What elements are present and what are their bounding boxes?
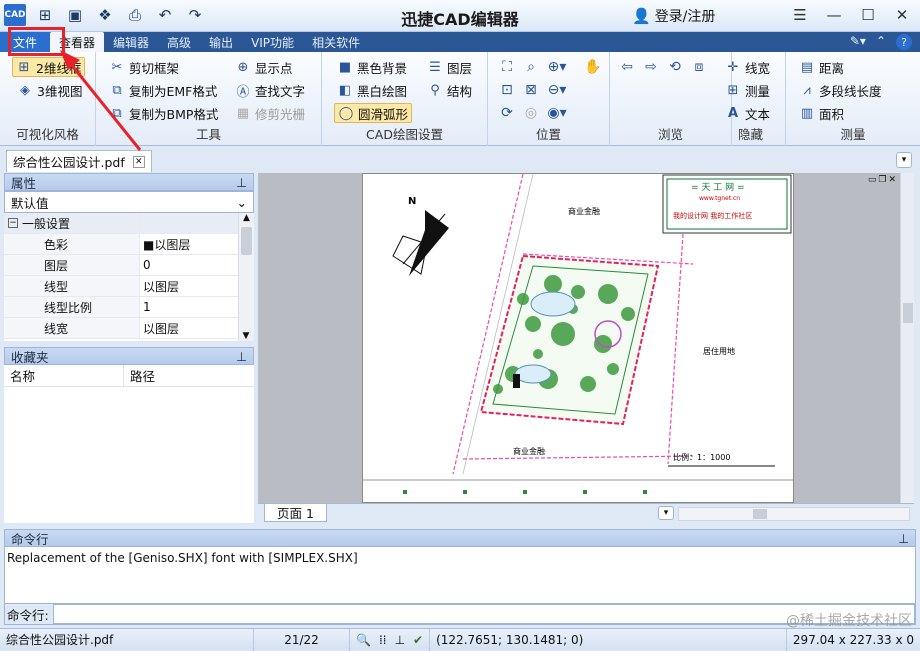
annotation-arrow xyxy=(60,50,142,151)
